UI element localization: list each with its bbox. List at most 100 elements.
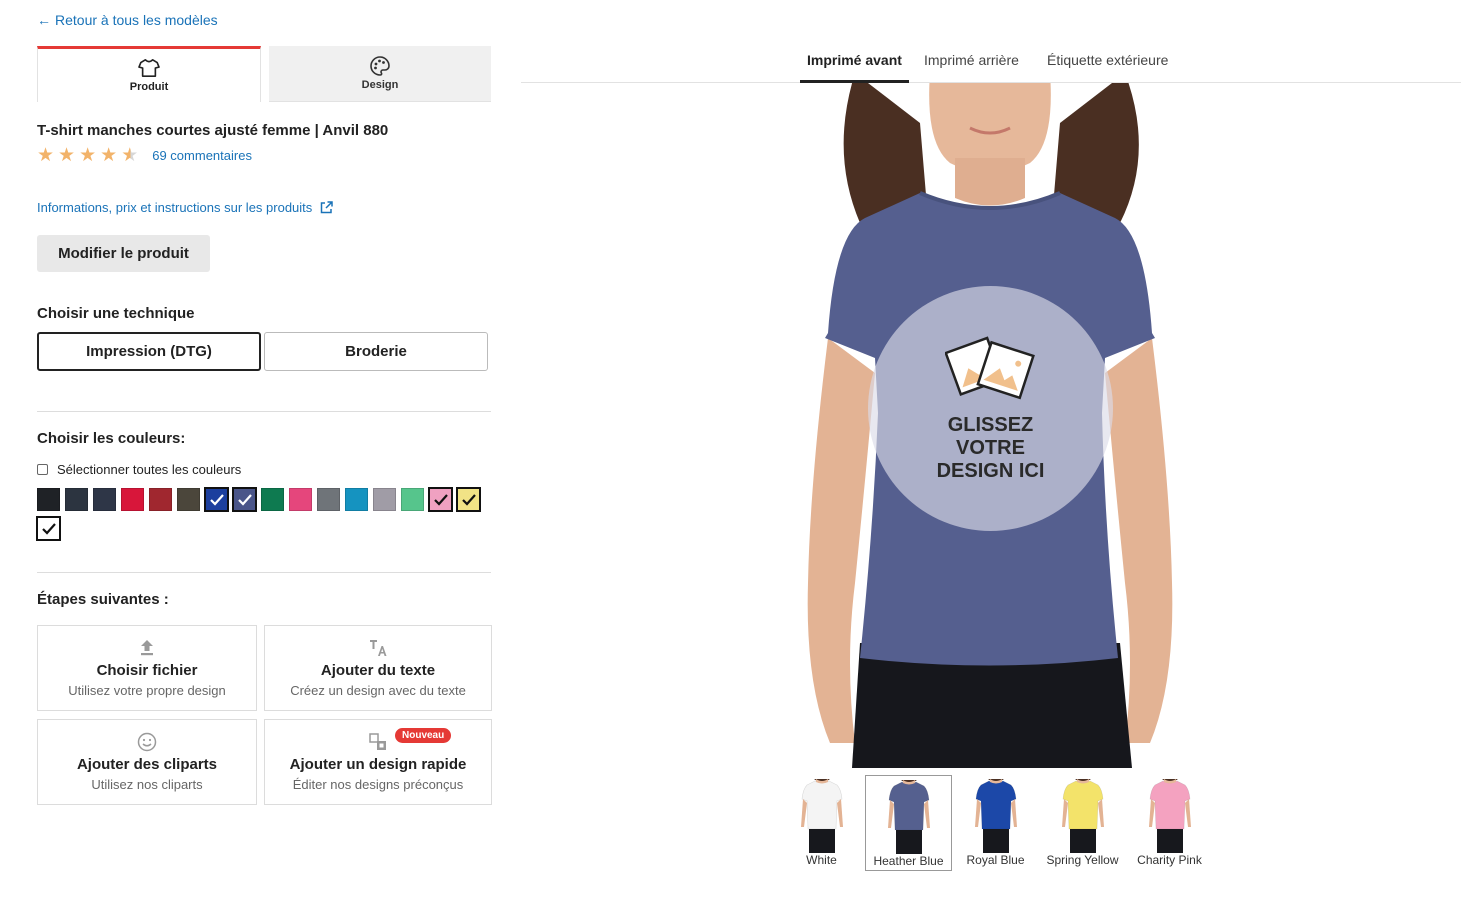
tshirt-icon [138,59,160,77]
drop-text-line: DESIGN ICI [936,460,1045,482]
palette-icon [370,56,390,76]
step-title: Ajouter des cliparts [76,756,218,773]
steps-title: Étapes suivantes : [37,591,169,608]
drop-text-line: GLISSEZ [947,414,1034,436]
thumbnail-label: Spring Yellow [1046,853,1119,867]
color-swatch[interactable] [149,488,172,511]
new-badge: Nouveau [395,728,452,743]
tab-design[interactable]: Design [269,46,491,102]
thumbnail-label: Royal Blue [966,853,1025,867]
color-swatch[interactable] [65,488,88,511]
technique-options: Impression (DTG) Broderie [37,332,488,371]
step-subtitle: Utilisez nos cliparts [91,777,203,792]
arrow-left-icon: ← [37,12,51,28]
add-quick-design-card[interactable]: Nouveau Ajouter un design rapide Éditer … [264,719,492,805]
upload-icon [139,638,155,658]
color-swatch[interactable] [456,487,481,512]
add-text-card[interactable]: Ajouter du texte Créez un design avec du… [264,625,492,711]
color-swatch[interactable] [289,488,312,511]
divider [37,411,491,412]
star-icon: ★ [37,145,55,166]
add-cliparts-card[interactable]: Ajouter des cliparts Utilisez nos clipar… [37,719,257,805]
technique-broderie-button[interactable]: Broderie [264,332,488,371]
color-swatch[interactable] [317,488,340,511]
tab-produit-label: Produit [129,81,169,93]
color-swatch[interactable] [36,516,61,541]
color-swatch[interactable] [121,488,144,511]
product-info-label: Informations, prix et instructions sur l… [37,200,313,215]
star-icon: ★ [79,145,97,166]
technique-title: Choisir une technique [37,305,195,322]
color-swatches [36,487,492,541]
color-thumbnail[interactable]: Charity Pink [1126,775,1213,871]
product-title: T-shirt manches courtes ajusté femme | A… [37,122,389,139]
tab-design-label: Design [361,79,399,91]
image-placeholder-icon [944,336,1035,400]
color-thumbnail[interactable]: Spring Yellow [1039,775,1126,871]
star-half-icon: ★ [121,145,139,166]
back-link[interactable]: ← Retour à tous les modèles [37,12,218,28]
color-swatch[interactable] [428,487,453,512]
color-thumbnails: White Heather Blue Royal Blue Spring Yellow… [778,775,1213,871]
thumbnail-label: White [806,853,837,867]
choose-file-card[interactable]: Choisir fichier Utilisez votre propre de… [37,625,257,711]
tshirt-thumbnail-image [1061,779,1104,853]
color-thumbnail[interactable]: Heather Blue [865,775,952,871]
design-drop-zone[interactable]: GLISSEZ VOTRE DESIGN ICI [868,286,1113,531]
checkmark-icon [209,493,224,506]
tshirt-thumbnail-image [974,779,1017,853]
step-title: Ajouter un design rapide [289,756,467,773]
technique-dtg-button[interactable]: Impression (DTG) [37,332,261,371]
external-link-icon [321,201,334,214]
modify-product-button[interactable]: Modifier le produit [37,235,210,272]
text-icon [368,638,388,658]
tshirt-thumbnail-image [1148,779,1191,853]
color-swatch[interactable] [37,488,60,511]
select-all-label: Sélectionner toutes les couleurs [57,462,242,477]
print-area-tabs: Imprimé avant Imprimé arrière Étiquette … [521,44,1461,83]
color-swatch[interactable] [232,487,257,512]
quick-design-icon [368,732,388,752]
tab-produit[interactable]: Produit [37,46,261,102]
color-thumbnail[interactable]: Royal Blue [952,775,1039,871]
tab-back-print[interactable]: Imprimé arrière [924,52,1019,80]
product-info-link[interactable]: Informations, prix et instructions sur l… [37,200,334,215]
checkmark-icon [237,493,252,506]
color-swatch[interactable] [177,488,200,511]
smiley-icon [137,732,157,752]
step-subtitle: Utilisez votre propre design [68,683,226,698]
mode-tabs: Produit Design [37,46,491,102]
color-swatch[interactable] [373,488,396,511]
tab-front-print[interactable]: Imprimé avant [800,52,909,83]
color-swatch[interactable] [204,487,229,512]
thumbnail-label: Heather Blue [873,854,944,868]
reviews-link[interactable]: 69 commentaires [152,148,252,163]
rating: ★ ★ ★ ★ ★ 69 commentaires [37,146,252,165]
select-all-colors[interactable]: Sélectionner toutes les couleurs [37,462,241,477]
back-link-label: Retour à tous les modèles [55,12,218,28]
tshirt-thumbnail-image [800,779,843,853]
drop-zone-text: GLISSEZ VOTRE DESIGN ICI [937,414,1045,483]
checkmark-icon [41,522,56,535]
tshirt-thumbnail-image [887,780,930,854]
color-thumbnail[interactable]: White [778,775,865,871]
thumbnail-label: Charity Pink [1137,853,1202,867]
drop-text-line: VOTRE [956,437,1025,459]
step-title: Choisir fichier [96,662,198,679]
step-title: Ajouter du texte [320,662,436,679]
divider [37,572,491,573]
color-swatch[interactable] [93,488,116,511]
checkmark-icon [433,493,448,506]
color-swatch[interactable] [261,488,284,511]
star-icon: ★ [58,145,76,166]
color-swatch[interactable] [401,488,424,511]
select-all-checkbox[interactable] [37,464,48,475]
colors-title: Choisir les couleurs: [37,430,186,447]
tab-outside-label[interactable]: Étiquette extérieure [1047,52,1168,80]
next-steps: Choisir fichier Utilisez votre propre de… [37,625,492,805]
star-icon: ★ [100,145,118,166]
step-subtitle: Créez un design avec du texte [290,683,466,698]
checkmark-icon [461,493,476,506]
step-subtitle: Éditer nos designs préconçus [292,777,464,792]
color-swatch[interactable] [345,488,368,511]
